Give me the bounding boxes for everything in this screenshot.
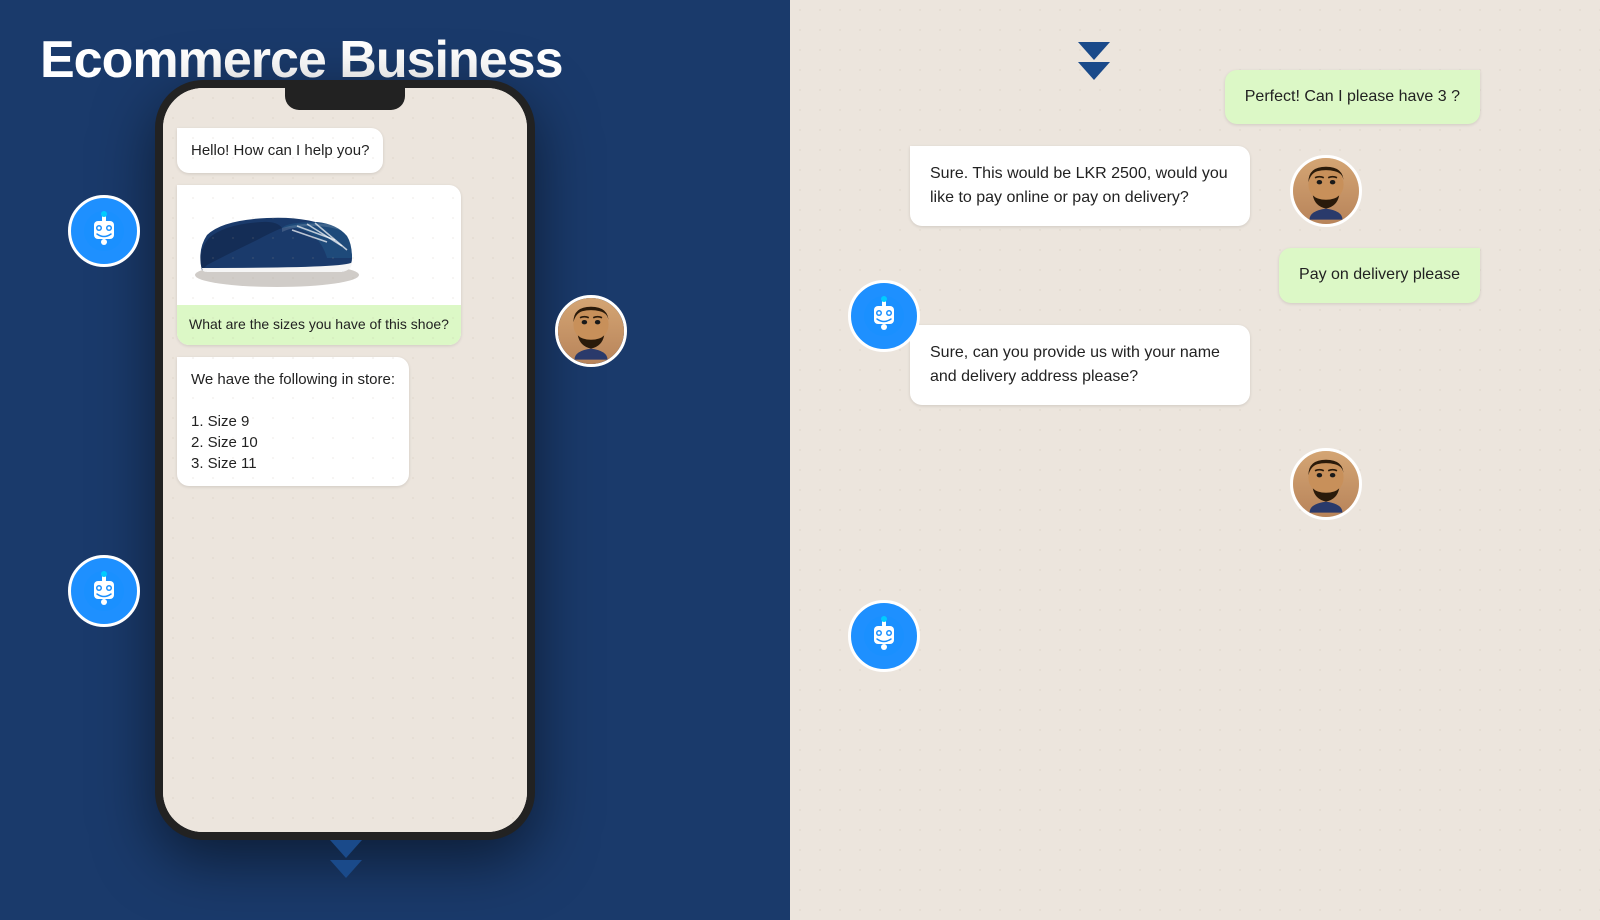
- user-image-bubble: What are the sizes you have of this shoe…: [177, 185, 461, 345]
- bot-face-svg-3: [862, 294, 906, 338]
- phone-notch-left: [285, 88, 405, 110]
- right-bot-message-1: Sure. This would be LKR 2500, would you …: [910, 146, 1250, 226]
- human-svg-left: [558, 298, 624, 364]
- right-panel: Perfect! Can I please have 3 ? Sure. Thi…: [790, 0, 1600, 920]
- bot-message-2: We have the following in store: 1. Size …: [177, 357, 409, 486]
- human-face-left: [558, 298, 624, 364]
- chat-container-left: Hello! How can I help you?: [163, 116, 527, 498]
- human-svg-right-top: [1293, 158, 1359, 224]
- right-arrow-1: [1078, 42, 1110, 60]
- shoe-svg: [187, 195, 367, 295]
- shoe-caption: What are the sizes you have of this shoe…: [177, 305, 461, 345]
- right-panel-arrow: [1078, 42, 1110, 80]
- human-face-right-top: [1293, 158, 1359, 224]
- arrow-1: [330, 840, 362, 858]
- human-avatar-right-top: [1290, 155, 1362, 227]
- bot-avatar-right-bottom: [848, 600, 920, 672]
- bot-face-svg-4: [862, 614, 906, 658]
- right-user-message-2: Pay on delivery please: [1279, 248, 1480, 302]
- right-arrow-2: [1078, 62, 1110, 80]
- right-user-message-1: Perfect! Can I please have 3 ?: [1225, 70, 1480, 124]
- bot-avatar-top-left: [68, 195, 140, 267]
- human-svg-right-mid: [1293, 451, 1359, 517]
- human-avatar-right-mid: [1290, 448, 1362, 520]
- shoe-image: [177, 185, 377, 305]
- bot-face-svg-2: [82, 569, 126, 613]
- right-chat-container: Perfect! Can I please have 3 ? Sure. Thi…: [790, 0, 1600, 425]
- bot-face-svg: [82, 209, 126, 253]
- right-bot-message-2: Sure, can you provide us with your name …: [910, 325, 1250, 405]
- left-phone: Hello! How can I help you?: [155, 80, 535, 840]
- left-phone-arrow: [330, 840, 362, 878]
- human-avatar-left: [555, 295, 627, 367]
- arrow-2: [330, 860, 362, 878]
- bot-message-1: Hello! How can I help you?: [177, 128, 383, 173]
- human-face-right-mid: [1293, 451, 1359, 517]
- bot-avatar-bottom-left: [68, 555, 140, 627]
- phone-screen-left: Hello! How can I help you?: [163, 88, 527, 832]
- bot-avatar-right-mid: [848, 280, 920, 352]
